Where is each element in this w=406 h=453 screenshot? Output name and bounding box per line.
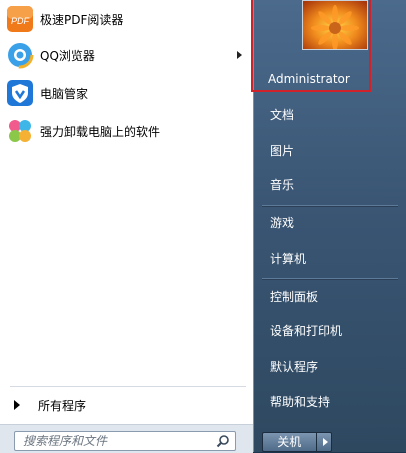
link-games[interactable]: 游戏	[270, 212, 398, 234]
qq-browser-icon	[6, 41, 34, 69]
program-qq-browser[interactable]: QQ浏览器	[6, 38, 250, 72]
shutdown-button[interactable]: 关机	[262, 432, 316, 452]
link-pictures[interactable]: 图片	[270, 140, 398, 162]
svg-text:PDF: PDF	[11, 16, 30, 26]
link-music[interactable]: 音乐	[270, 174, 398, 196]
user-name[interactable]: Administrator	[268, 72, 350, 86]
submenu-arrow-icon	[237, 51, 242, 59]
search-input[interactable]	[23, 432, 213, 450]
link-devices-printers[interactable]: 设备和打印机	[270, 320, 398, 342]
search-box[interactable]	[14, 431, 236, 451]
divider	[262, 205, 398, 207]
shutdown-group: 关机	[262, 432, 332, 452]
link-default-programs[interactable]: 默认程序	[270, 356, 398, 378]
divider	[262, 278, 398, 280]
programs-pane: PDF 极速PDF阅读器 QQ浏览器 电脑管家 强力卸载电脑上的软件 所有程序 …	[0, 0, 254, 453]
program-label: QQ浏览器	[40, 48, 95, 63]
program-label: 强力卸载电脑上的软件	[40, 124, 161, 139]
expand-arrow-icon	[14, 400, 20, 410]
shutdown-options-arrow-icon[interactable]	[315, 432, 332, 452]
places-pane: Administrator 文档 图片 音乐 游戏 计算机 控制面板 设备和打印…	[251, 0, 406, 452]
start-menu: PDF 极速PDF阅读器 QQ浏览器 电脑管家 强力卸载电脑上的软件 所有程序 …	[0, 0, 406, 453]
all-programs-button[interactable]: 所有程序	[6, 394, 250, 416]
uninstaller-icon	[6, 117, 34, 145]
program-label: 电脑管家	[40, 86, 89, 101]
user-avatar[interactable]	[302, 0, 368, 50]
pc-manager-shield-icon	[6, 79, 34, 107]
link-control-panel[interactable]: 控制面板	[270, 286, 398, 308]
program-uninstaller[interactable]: 强力卸载电脑上的软件	[6, 114, 250, 148]
program-pdf-reader[interactable]: PDF 极速PDF阅读器	[6, 2, 250, 36]
link-help-support[interactable]: 帮助和支持	[270, 391, 398, 413]
link-computer[interactable]: 计算机	[270, 248, 398, 270]
program-pc-manager[interactable]: 电脑管家	[6, 76, 250, 110]
link-documents[interactable]: 文档	[270, 104, 398, 126]
pdf-reader-icon: PDF	[6, 5, 34, 33]
all-programs-label: 所有程序	[38, 398, 87, 413]
search-icon[interactable]	[216, 434, 230, 448]
program-label: 极速PDF阅读器	[40, 12, 124, 27]
search-area	[0, 424, 253, 453]
divider	[10, 386, 246, 387]
